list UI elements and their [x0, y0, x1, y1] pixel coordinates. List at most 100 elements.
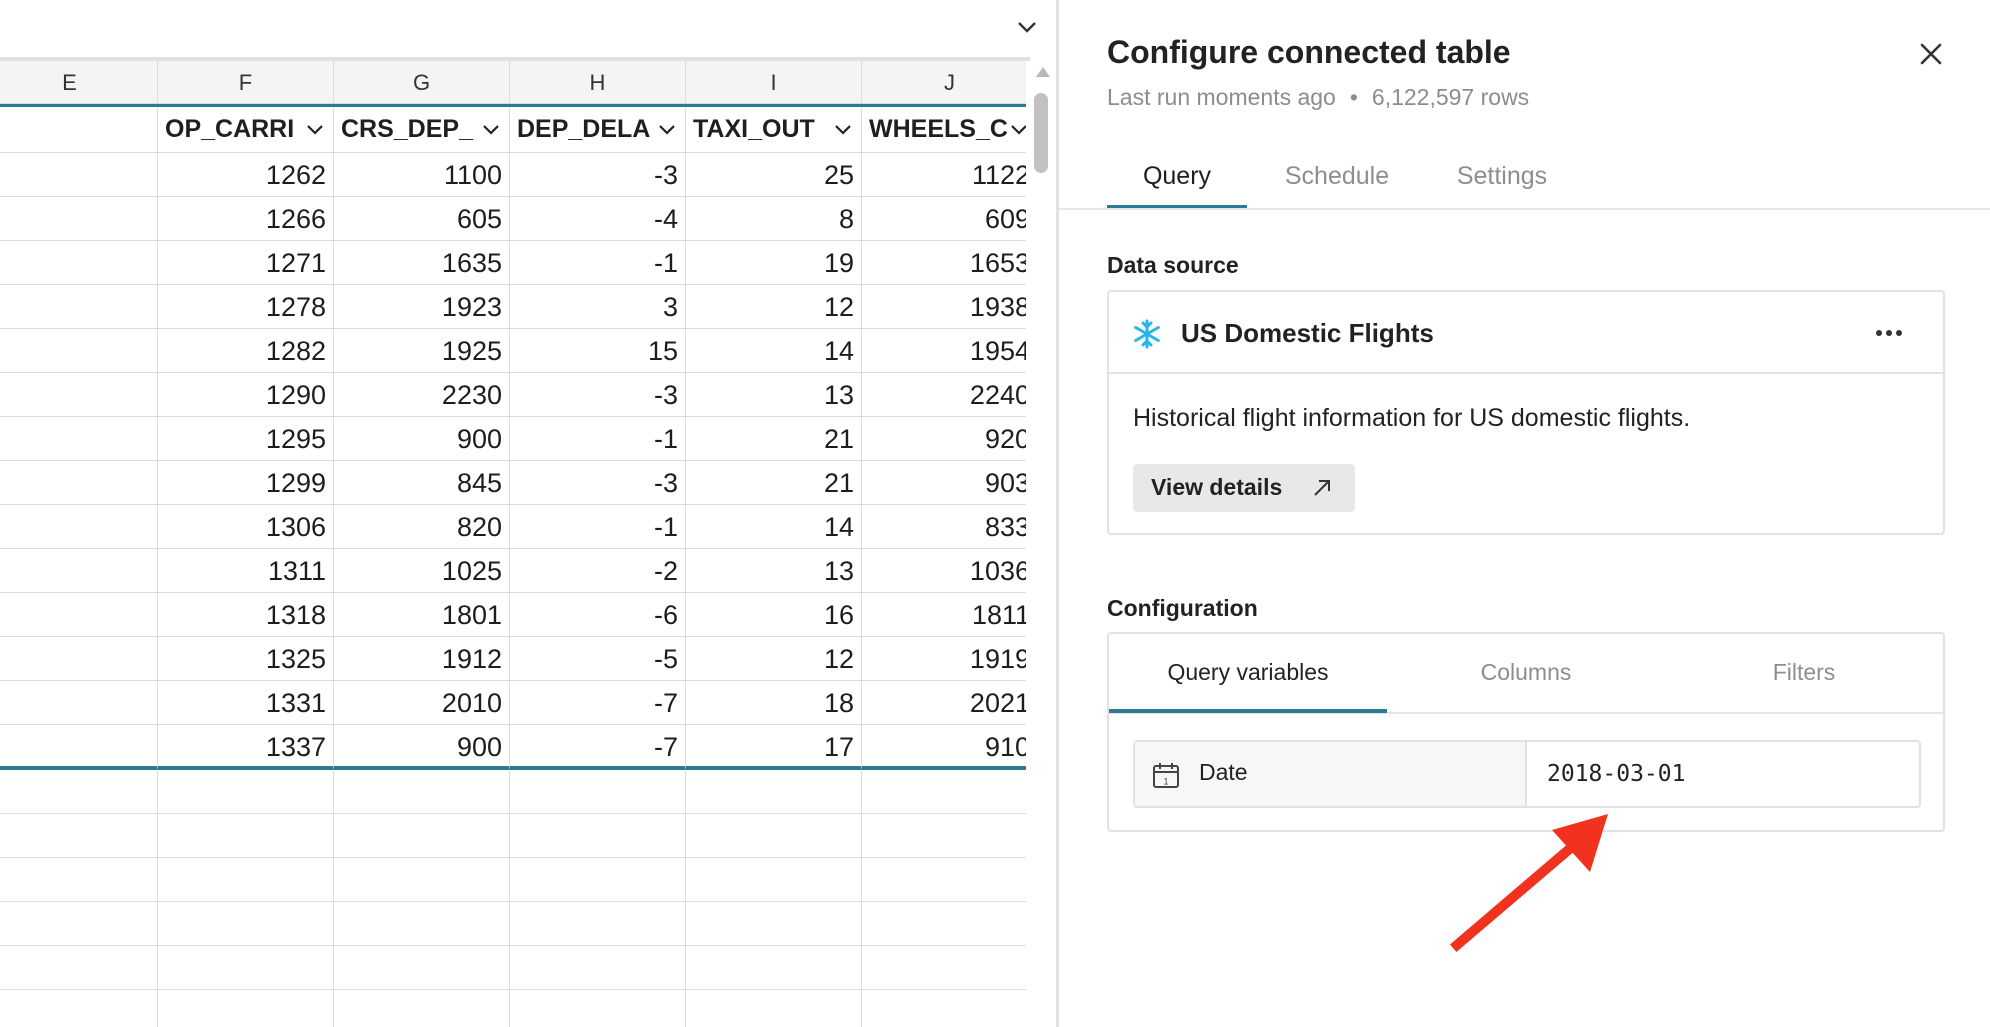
empty-cell[interactable] [158, 770, 334, 814]
empty-cell[interactable] [510, 814, 686, 858]
empty-cell[interactable] [334, 990, 510, 1027]
empty-cell[interactable] [686, 858, 862, 902]
table-cell[interactable]: 1278 [158, 285, 334, 329]
table-cell[interactable]: 1925 [334, 329, 510, 373]
empty-cell[interactable] [334, 814, 510, 858]
table-cell[interactable]: 1271 [158, 241, 334, 285]
table-cell[interactable] [0, 373, 158, 417]
table-cell[interactable]: 2021 [862, 681, 1026, 725]
table-cell[interactable]: -3 [510, 373, 686, 417]
table-cell[interactable]: 15 [510, 329, 686, 373]
table-cell[interactable] [0, 329, 158, 373]
empty-cell[interactable] [686, 770, 862, 814]
table-cell[interactable]: 1635 [334, 241, 510, 285]
column-header[interactable]: CRS_DEP_ [334, 107, 510, 153]
table-cell[interactable]: -1 [510, 417, 686, 461]
table-cell[interactable]: -4 [510, 197, 686, 241]
tab-query[interactable]: Query [1107, 150, 1247, 210]
column-menu-chevron-icon[interactable] [1009, 119, 1026, 139]
table-cell[interactable]: 1282 [158, 329, 334, 373]
table-cell[interactable]: 19 [686, 241, 862, 285]
empty-cell[interactable] [510, 770, 686, 814]
table-cell[interactable]: -1 [510, 241, 686, 285]
empty-cell[interactable] [862, 902, 1026, 946]
table-cell[interactable]: 21 [686, 417, 862, 461]
empty-cell[interactable] [862, 770, 1026, 814]
table-cell[interactable]: -2 [510, 549, 686, 593]
table-cell[interactable]: -3 [510, 461, 686, 505]
table-cell[interactable] [0, 725, 158, 770]
table-cell[interactable] [0, 505, 158, 549]
empty-cell[interactable] [158, 946, 334, 990]
table-cell[interactable]: 21 [686, 461, 862, 505]
empty-cell[interactable] [862, 946, 1026, 990]
empty-cell[interactable] [0, 902, 158, 946]
table-cell[interactable]: 12 [686, 637, 862, 681]
empty-cell[interactable] [686, 946, 862, 990]
column-letter[interactable]: I [686, 61, 862, 104]
table-cell[interactable]: 1919 [862, 637, 1026, 681]
table-cell[interactable]: 1653 [862, 241, 1026, 285]
empty-cell[interactable] [510, 990, 686, 1027]
empty-cell[interactable] [686, 990, 862, 1027]
column-header[interactable] [0, 107, 158, 153]
table-cell[interactable]: 1025 [334, 549, 510, 593]
vertical-scrollbar[interactable] [1028, 61, 1056, 1027]
table-cell[interactable]: 1811 [862, 593, 1026, 637]
empty-cell[interactable] [0, 858, 158, 902]
empty-cell[interactable] [158, 814, 334, 858]
scrollbar-thumb[interactable] [1034, 93, 1048, 173]
table-cell[interactable]: 25 [686, 153, 862, 197]
table-cell[interactable]: 3 [510, 285, 686, 329]
table-cell[interactable]: 1306 [158, 505, 334, 549]
table-cell[interactable]: 18 [686, 681, 862, 725]
table-cell[interactable]: 1262 [158, 153, 334, 197]
table-cell[interactable]: 1337 [158, 725, 334, 770]
table-cell[interactable]: 900 [334, 417, 510, 461]
close-button[interactable] [1913, 36, 1949, 72]
table-cell[interactable]: 1938 [862, 285, 1026, 329]
table-cell[interactable]: 605 [334, 197, 510, 241]
empty-cell[interactable] [158, 990, 334, 1027]
grid-viewport[interactable]: EFGHIJKOP_CARRICRS_DEP_DEP_DELATAXI_OUTW… [0, 61, 1026, 1027]
column-letter[interactable]: F [158, 61, 334, 104]
table-cell[interactable]: 1266 [158, 197, 334, 241]
table-cell[interactable]: -5 [510, 637, 686, 681]
empty-cell[interactable] [158, 858, 334, 902]
table-cell[interactable]: 8 [686, 197, 862, 241]
tab-columns[interactable]: Columns [1387, 634, 1665, 712]
empty-cell[interactable] [862, 990, 1026, 1027]
empty-cell[interactable] [334, 858, 510, 902]
table-cell[interactable]: 2240 [862, 373, 1026, 417]
table-cell[interactable] [0, 549, 158, 593]
date-variable-input[interactable]: 2018-03-01 [1529, 742, 1919, 806]
table-cell[interactable]: 845 [334, 461, 510, 505]
table-cell[interactable]: 920 [862, 417, 1026, 461]
tab-settings[interactable]: Settings [1437, 150, 1567, 210]
table-cell[interactable] [0, 153, 158, 197]
table-cell[interactable]: 1318 [158, 593, 334, 637]
column-letter[interactable]: G [334, 61, 510, 104]
table-cell[interactable]: 1801 [334, 593, 510, 637]
table-cell[interactable]: 1912 [334, 637, 510, 681]
view-details-button[interactable]: View details [1133, 464, 1355, 512]
table-cell[interactable]: 900 [334, 725, 510, 770]
empty-cell[interactable] [0, 770, 158, 814]
scroll-up-arrow-icon[interactable] [1036, 67, 1050, 77]
table-cell[interactable]: 1331 [158, 681, 334, 725]
table-cell[interactable]: 1954 [862, 329, 1026, 373]
table-cell[interactable]: 1036 [862, 549, 1026, 593]
empty-cell[interactable] [0, 814, 158, 858]
table-cell[interactable]: 903 [862, 461, 1026, 505]
column-header[interactable]: OP_CARRI [158, 107, 334, 153]
table-cell[interactable]: 16 [686, 593, 862, 637]
table-cell[interactable]: 2230 [334, 373, 510, 417]
table-cell[interactable] [0, 197, 158, 241]
tab-filters[interactable]: Filters [1665, 634, 1943, 712]
table-cell[interactable] [0, 461, 158, 505]
table-cell[interactable] [0, 285, 158, 329]
column-menu-chevron-icon[interactable] [833, 119, 853, 139]
column-letter[interactable]: J [862, 61, 1026, 104]
table-cell[interactable]: -6 [510, 593, 686, 637]
table-cell[interactable]: 1311 [158, 549, 334, 593]
